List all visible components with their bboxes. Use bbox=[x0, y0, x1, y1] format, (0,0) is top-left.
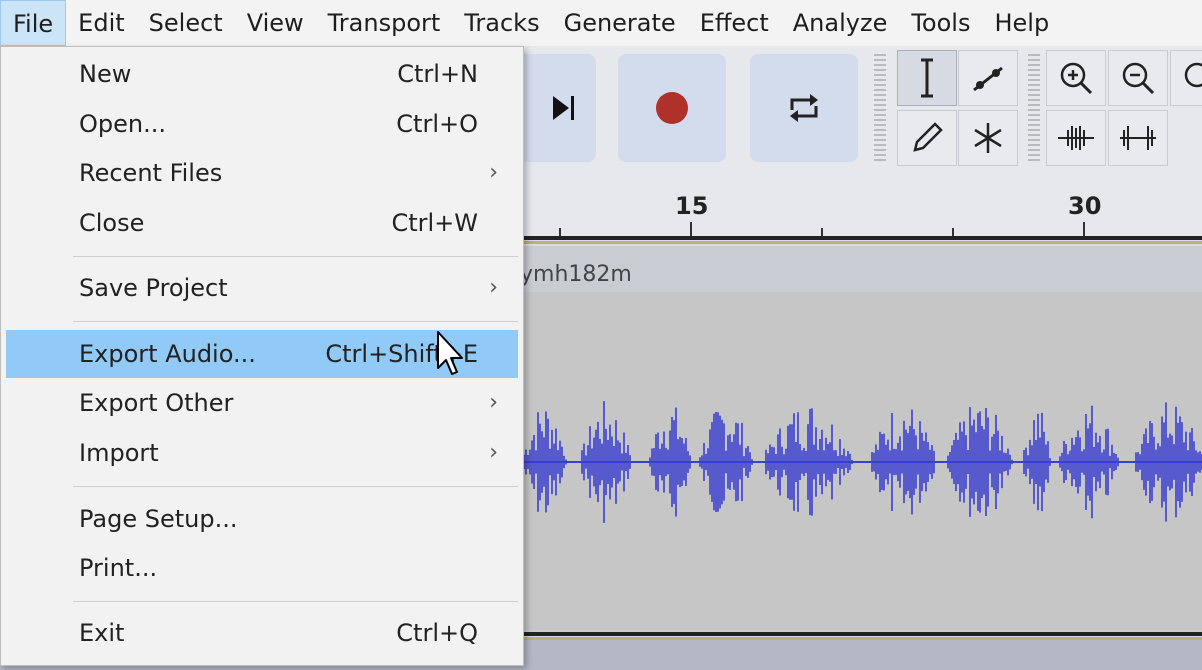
submenu-arrow-icon: › bbox=[489, 440, 498, 465]
menu-item-print[interactable]: Print... bbox=[6, 544, 518, 592]
track-name[interactable]: ymh182m bbox=[520, 262, 632, 287]
menu-item-shortcut: Ctrl+O bbox=[396, 110, 478, 138]
menu-file[interactable]: File bbox=[0, 0, 67, 46]
draw-tool-button[interactable] bbox=[897, 110, 957, 166]
zoom-in-icon bbox=[1060, 62, 1093, 95]
menu-help[interactable]: Help bbox=[982, 0, 1061, 46]
menu-item-save-project[interactable]: Save Project › bbox=[6, 264, 518, 312]
menu-item-label: Close bbox=[79, 209, 145, 237]
record-button[interactable] bbox=[618, 54, 726, 162]
multi-tool-icon bbox=[974, 123, 1002, 153]
menu-bar: File Edit Select View Transport Tracks G… bbox=[0, 0, 1202, 46]
envelope-tool-icon bbox=[973, 66, 1003, 92]
menu-item-label: Export Audio... bbox=[79, 340, 256, 368]
zoom-in-button[interactable] bbox=[1046, 50, 1106, 106]
loop-button[interactable] bbox=[750, 54, 858, 162]
menu-item-page-setup[interactable]: Page Setup... bbox=[6, 495, 518, 543]
menu-view[interactable]: View bbox=[235, 0, 316, 46]
toolbar-grip-2[interactable] bbox=[1028, 54, 1040, 164]
waveform-burst bbox=[649, 407, 691, 517]
menu-item-label: Print... bbox=[79, 554, 158, 582]
ruler-label-30: 30 bbox=[1068, 192, 1102, 220]
mouse-cursor-icon bbox=[437, 331, 463, 375]
menu-item-new[interactable]: New Ctrl+N bbox=[6, 50, 518, 98]
menu-item-label: New bbox=[79, 60, 132, 88]
menu-effect[interactable]: Effect bbox=[688, 0, 781, 46]
ruler-label-15: 15 bbox=[675, 192, 709, 220]
menu-separator bbox=[73, 256, 518, 257]
menu-generate[interactable]: Generate bbox=[552, 0, 688, 46]
menu-item-import[interactable]: Import › bbox=[6, 429, 518, 477]
menu-item-export-other[interactable]: Export Other › bbox=[6, 379, 518, 427]
menu-item-label: Exit bbox=[79, 619, 125, 647]
menu-item-label: Open... bbox=[79, 110, 166, 138]
menu-tools[interactable]: Tools bbox=[899, 0, 982, 46]
multi-tool-button[interactable] bbox=[958, 110, 1018, 166]
trim-audio-button[interactable] bbox=[1046, 110, 1106, 166]
waveform-burst bbox=[581, 401, 631, 523]
fit-selection-button[interactable] bbox=[1170, 50, 1202, 106]
menu-item-open[interactable]: Open... Ctrl+O bbox=[6, 100, 518, 148]
menu-edit[interactable]: Edit bbox=[66, 0, 136, 46]
menu-item-label: Export Other bbox=[79, 389, 234, 417]
trim-audio-icon bbox=[1058, 126, 1094, 150]
menu-item-close[interactable]: Close Ctrl+W bbox=[6, 199, 518, 247]
selection-tool-icon bbox=[921, 58, 933, 98]
menu-tracks[interactable]: Tracks bbox=[452, 0, 551, 46]
zoom-out-icon bbox=[1122, 62, 1155, 95]
menu-separator bbox=[73, 601, 518, 602]
menu-item-label: Recent Files bbox=[79, 159, 223, 187]
menu-item-shortcut: Ctrl+N bbox=[397, 60, 478, 88]
zoom-out-button[interactable] bbox=[1108, 50, 1168, 106]
menu-item-label: Page Setup... bbox=[79, 505, 238, 533]
record-icon bbox=[656, 92, 688, 124]
menu-separator bbox=[73, 486, 518, 487]
waveform-burst bbox=[699, 412, 753, 512]
menu-item-shortcut: Ctrl+W bbox=[391, 209, 478, 237]
submenu-arrow-icon: › bbox=[489, 275, 498, 300]
skip-to-end-icon bbox=[553, 96, 574, 120]
menu-separator bbox=[73, 321, 518, 322]
menu-select[interactable]: Select bbox=[137, 0, 235, 46]
menu-item-label: Import bbox=[79, 439, 159, 467]
submenu-arrow-icon: › bbox=[489, 390, 498, 415]
fit-selection-icon bbox=[1184, 62, 1202, 88]
menu-item-exit[interactable]: Exit Ctrl+Q bbox=[6, 609, 518, 657]
selection-tool-button[interactable] bbox=[897, 50, 957, 106]
waveform-burst bbox=[947, 407, 1013, 517]
menu-item-label: Save Project bbox=[79, 274, 228, 302]
menu-transport[interactable]: Transport bbox=[316, 0, 453, 46]
menu-item-recent-files[interactable]: Recent Files › bbox=[6, 149, 518, 197]
envelope-tool-button[interactable] bbox=[958, 50, 1018, 106]
draw-tool-icon bbox=[913, 122, 943, 152]
loop-icon bbox=[790, 94, 818, 122]
silence-audio-icon bbox=[1120, 126, 1156, 150]
menu-analyze[interactable]: Analyze bbox=[781, 0, 900, 46]
menu-item-shortcut: Ctrl+Q bbox=[396, 619, 478, 647]
submenu-arrow-icon: › bbox=[489, 160, 498, 185]
toolbar-grip[interactable] bbox=[874, 54, 886, 164]
silence-audio-button[interactable] bbox=[1108, 110, 1168, 166]
